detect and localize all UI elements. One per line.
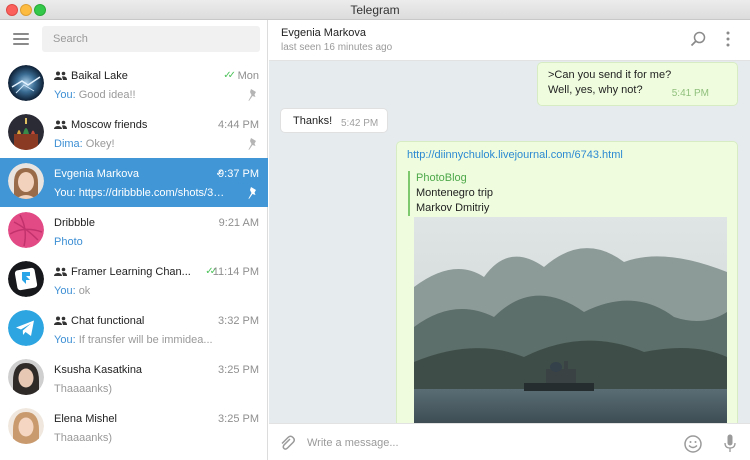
chat-preview: You: https://dribbble.com/shots/327... [54, 187, 229, 199]
chat-time: 4:44 PM [218, 119, 259, 131]
group-icon [54, 316, 67, 325]
message-outgoing[interactable]: >Can you send it for me? Well, yes, why … [537, 62, 738, 106]
chat-time: 9:37 PM [218, 168, 259, 180]
avatar [8, 65, 44, 101]
avatar [8, 114, 44, 150]
chat-preview-text: Thaaaanks) [54, 383, 113, 395]
avatar [8, 163, 44, 199]
chat-item-ksusha-kasatkina[interactable]: Ksusha Kasatkina 3:25 PM Thaaaanks) [0, 354, 268, 403]
chat-name: Elena Mishel [54, 413, 117, 425]
chat-sender: You: [54, 187, 76, 199]
chat-item-framer-learning[interactable]: Framer Learning Chan... ✓✓ 11:14 PM You:… [0, 256, 268, 305]
message-incoming[interactable]: Thanks! 5:42 PM [280, 108, 388, 133]
avatar [8, 408, 44, 444]
chat-item-chat-functional[interactable]: Chat functional 3:32 PM You: If transfer… [0, 305, 268, 354]
chat-time: 3:32 PM [218, 315, 259, 327]
peer-status: last seen 16 minutes ago [281, 42, 393, 53]
avatar [8, 310, 44, 346]
chat-preview-text: Good idea!! [78, 89, 136, 101]
group-icon [54, 120, 67, 129]
chat-sender: You: [54, 89, 76, 101]
chat-preview: Dima: Okey! [54, 138, 115, 150]
chat-time: 9:21 AM [218, 217, 259, 229]
chat-name: Chat functional [71, 315, 145, 327]
avatar [8, 261, 44, 297]
emoji-icon[interactable] [684, 435, 702, 453]
message-quote: >Can you send it for me? [548, 69, 672, 81]
chat-preview-text: Okey! [85, 138, 115, 150]
microphone-icon[interactable] [724, 434, 736, 453]
chat-area: Evgenia Markova last seen 16 minutes ago… [269, 20, 750, 460]
chat-preview-text: https://dribbble.com/shots/327... [78, 187, 229, 199]
chat-preview-text: Thaaaanks) [54, 432, 113, 444]
message-time: 5:41 PM [671, 88, 709, 99]
chat-name: Ksusha Kasatkina [54, 364, 143, 376]
search-input[interactable] [42, 26, 260, 52]
chat-name: Moscow friends [71, 119, 148, 131]
message-text: Thanks! [293, 115, 333, 127]
window-title: Telegram [350, 3, 400, 17]
message-link-preview[interactable]: http://diinnychulok.livejournal.com/6743… [396, 141, 738, 441]
chat-name: Evgenia Markova [54, 168, 139, 180]
chat-preview: You: Good idea!! [54, 89, 136, 101]
sidebar-header [0, 20, 268, 60]
avatar [8, 212, 44, 248]
message-link[interactable]: http://diinnychulok.livejournal.com/6743… [407, 148, 727, 163]
title-bar: Telegram [0, 0, 750, 20]
chat-preview: You: If transfer will be immidea... [54, 334, 213, 346]
more-icon[interactable] [725, 31, 731, 47]
compose-bar [269, 423, 750, 460]
pin-icon [248, 187, 256, 199]
chat-time: Mon [237, 70, 259, 82]
link-preview-site: PhotoBlog [416, 172, 467, 184]
chat-preview-text: Photo [54, 236, 83, 248]
chat-name: Baikal Lake [71, 70, 128, 82]
read-checks-icon: ✓✓ [223, 70, 236, 81]
chat-sender: You: [54, 285, 76, 297]
avatar [8, 359, 44, 395]
chat-header: Evgenia Markova last seen 16 minutes ago [269, 20, 750, 61]
chat-item-elena-mishel[interactable]: Elena Mishel 3:25 PM Thaaaanks) [0, 403, 268, 452]
pin-icon [248, 138, 256, 150]
message-input[interactable] [307, 433, 667, 453]
pin-icon [248, 89, 256, 101]
chat-list: Baikal Lake ✓✓ Mon You: Good idea!! Mosc… [0, 60, 268, 452]
chat-time: 11:14 PM [212, 266, 259, 278]
search-icon[interactable] [690, 31, 706, 47]
peer-name[interactable]: Evgenia Markova [281, 27, 366, 39]
chat-name: Dribbble [54, 217, 95, 229]
chat-sender: You: [54, 334, 76, 346]
link-preview-title: Montenegro trip [416, 187, 494, 199]
sidebar: Baikal Lake ✓✓ Mon You: Good idea!! Mosc… [0, 20, 268, 460]
chat-preview-text: ok [78, 285, 91, 297]
chat-preview-text: If transfer will be immidea... [78, 334, 213, 346]
link-preview-image[interactable] [414, 217, 727, 440]
chat-name: Framer Learning Chan... [71, 266, 191, 278]
chat-item-dribbble[interactable]: Dribbble 9:21 AM Photo [0, 207, 268, 256]
message-time: 5:42 PM [341, 118, 379, 129]
chat-sender: Dima: [54, 138, 83, 150]
chat-item-baikal-lake[interactable]: Baikal Lake ✓✓ Mon You: Good idea!! [0, 60, 268, 109]
chat-preview: You: ok [54, 285, 90, 297]
link-preview[interactable]: PhotoBlog Montenegro trip Markov Dmitriy [408, 171, 728, 216]
chat-time: 3:25 PM [218, 413, 259, 425]
menu-icon[interactable] [13, 33, 29, 45]
link-preview-author: Markov Dmitriy [416, 202, 490, 214]
chat-time: 3:25 PM [218, 364, 259, 376]
chat-item-moscow-friends[interactable]: Moscow friends 4:44 PM Dima: Okey! [0, 109, 268, 158]
attach-icon[interactable] [279, 434, 295, 452]
group-icon [54, 267, 67, 276]
chat-item-evgenia-markova[interactable]: Evgenia Markova ✓ 9:37 PM You: https://d… [0, 158, 268, 207]
group-icon [54, 71, 67, 80]
